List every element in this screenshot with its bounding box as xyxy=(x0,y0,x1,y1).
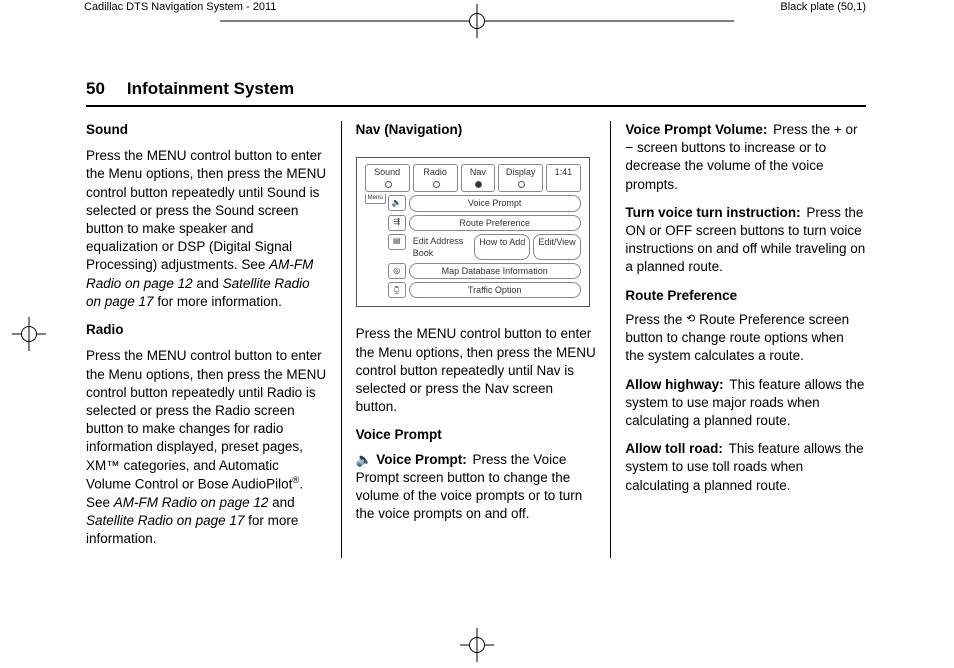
radio-indicator-icon xyxy=(385,181,392,188)
ref-amfm: AM-FM Radio on page 12 xyxy=(114,495,269,510)
nav-btn-how-to-add: How to Add xyxy=(474,234,530,260)
page-number: 50 xyxy=(86,78,105,101)
nav-tab-sound: Sound xyxy=(365,164,410,192)
column-1: Sound Press the MENU control button to e… xyxy=(86,121,341,558)
text: and xyxy=(268,495,294,510)
paragraph-route-preference: Press the ⟲ Route Preference screen butt… xyxy=(625,311,866,366)
column-2: Nav (Navigation) Sound Radio Nav Display… xyxy=(341,121,612,558)
label: Allow highway: xyxy=(625,377,723,392)
speaker-icon: 🔈 xyxy=(356,452,373,467)
nav-tab-nav: Nav xyxy=(461,164,496,192)
page-header: 50 Infotainment System xyxy=(86,78,866,107)
route-preference-icon: ⟲ xyxy=(686,314,695,325)
paragraph-voice-prompt-volume: Voice Prompt Volume: Press the + or − sc… xyxy=(625,121,866,194)
nav-btn-traffic: Traffic Option xyxy=(409,282,581,298)
route-icon: ⇶ xyxy=(388,215,406,231)
column-3: Voice Prompt Volume: Press the + or − sc… xyxy=(611,121,866,558)
nav-btn-route-pref: Route Preference xyxy=(409,215,581,231)
text: Press the MENU control button to enter t… xyxy=(86,148,326,272)
heading-voice-prompt: Voice Prompt xyxy=(356,426,597,444)
running-header-right: Black plate (50,1) xyxy=(780,0,866,15)
label: Display xyxy=(506,167,536,177)
label: Turn voice turn instruction: xyxy=(625,205,800,220)
nav-screen-figure: Sound Radio Nav Display 1:41 Menu 🔈 Voic… xyxy=(356,157,590,307)
nav-label-edit-address-book: Edit Address Book xyxy=(409,234,472,260)
label: Voice Prompt: xyxy=(376,452,467,467)
nav-btn-map-db: Map Database Information xyxy=(409,263,581,279)
crop-mark-left xyxy=(12,317,46,351)
nav-tab-radio: Radio xyxy=(413,164,458,192)
address-book-icon: ▤ xyxy=(388,234,406,250)
radio-indicator-icon xyxy=(433,181,440,188)
heading-nav: Nav (Navigation) xyxy=(356,121,597,139)
crop-mark-top xyxy=(460,4,494,38)
disc-icon: ◎ xyxy=(388,263,406,279)
nav-tab-display: Display xyxy=(498,164,543,192)
paragraph-voice-prompt: 🔈 Voice Prompt: Press the Voice Prompt s… xyxy=(356,451,597,524)
traffic-icon: ⧮ xyxy=(388,282,406,298)
nav-tab-time: 1:41 xyxy=(546,164,581,192)
nav-row-traffic: ⧮ Traffic Option xyxy=(388,282,581,298)
heading-sound: Sound xyxy=(86,121,327,139)
nav-fig-tabs: Sound Radio Nav Display 1:41 xyxy=(365,164,581,192)
paragraph-sound: Press the MENU control button to enter t… xyxy=(86,147,327,311)
nav-btn-voice-prompt: Voice Prompt xyxy=(409,195,581,211)
heading-route-preference: Route Preference xyxy=(625,287,866,305)
nav-row-voice-prompt: 🔈 Voice Prompt xyxy=(388,195,581,211)
radio-indicator-icon xyxy=(518,181,525,188)
nav-btn-edit-view: Edit/View xyxy=(533,234,580,260)
running-header-left: Cadillac DTS Navigation System - 2011 xyxy=(84,0,276,15)
nav-fig-menu-label: Menu xyxy=(365,194,386,203)
nav-row-map-db: ◎ Map Database Information xyxy=(388,263,581,279)
paragraph-nav: Press the MENU control button to enter t… xyxy=(356,325,597,416)
text: for more information. xyxy=(154,294,282,309)
paragraph-allow-toll-road: Allow toll road: This feature allows the… xyxy=(625,440,866,495)
label: Voice Prompt Volume: xyxy=(625,122,767,137)
label: Radio xyxy=(423,167,447,177)
paragraph-allow-highway: Allow highway: This feature allows the s… xyxy=(625,376,866,431)
label: Sound xyxy=(374,167,400,177)
label: Nav xyxy=(470,167,486,177)
page-title: Infotainment System xyxy=(127,79,294,98)
radio-indicator-icon xyxy=(475,181,482,188)
nav-row-route-pref: ⇶ Route Preference xyxy=(388,215,581,231)
heading-radio: Radio xyxy=(86,321,327,339)
speaker-icon: 🔈 xyxy=(388,195,406,211)
paragraph-turn-voice-instruction: Turn voice turn instruction: Press the O… xyxy=(625,204,866,277)
nav-row-address-book: ▤ Edit Address Book How to Add Edit/View xyxy=(388,234,581,260)
ref-satellite: Satellite Radio on page 17 xyxy=(86,513,244,528)
crop-mark-bottom xyxy=(460,628,494,662)
text: Press the MENU control button to enter t… xyxy=(86,348,326,491)
label: Allow toll road: xyxy=(625,441,723,456)
paragraph-radio: Press the MENU control button to enter t… xyxy=(86,347,327,548)
text: and xyxy=(193,276,223,291)
text: Press the xyxy=(625,312,686,327)
